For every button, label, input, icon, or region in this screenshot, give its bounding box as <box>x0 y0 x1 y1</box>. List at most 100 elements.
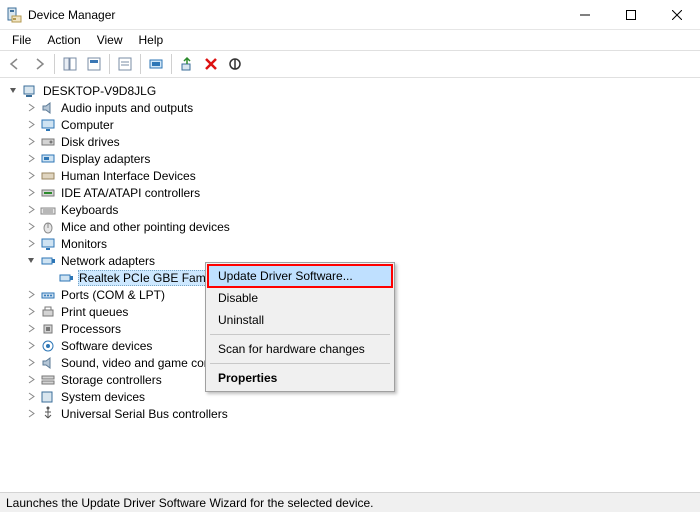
tree-item-disk[interactable]: Disk drives <box>2 133 698 150</box>
back-button[interactable] <box>4 53 26 75</box>
menu-item-scan[interactable]: Scan for hardware changes <box>208 338 392 360</box>
update-driver-button[interactable] <box>176 53 198 75</box>
system-device-icon <box>40 389 56 405</box>
chevron-down-icon[interactable] <box>24 254 38 268</box>
toolbar-separator <box>54 54 55 74</box>
chevron-down-icon[interactable] <box>6 84 20 98</box>
tree-item-mice[interactable]: Mice and other pointing devices <box>2 218 698 235</box>
menu-bar: File Action View Help <box>0 30 700 50</box>
display-adapter-icon <box>40 151 56 167</box>
sound-icon <box>40 355 56 371</box>
tree-root[interactable]: DESKTOP-V9D8JLG <box>2 82 698 99</box>
tree-item-label: Human Interface Devices <box>60 169 197 183</box>
chevron-right-icon[interactable] <box>24 407 38 421</box>
hid-icon <box>40 168 56 184</box>
title-bar: Device Manager <box>0 0 700 30</box>
tree-item-label: Storage controllers <box>60 373 163 387</box>
chevron-right-icon[interactable] <box>24 203 38 217</box>
menu-help[interactable]: Help <box>131 31 172 49</box>
storage-icon <box>40 372 56 388</box>
tree-item-label: Mice and other pointing devices <box>60 220 231 234</box>
chevron-right-icon[interactable] <box>24 356 38 370</box>
ide-icon <box>40 185 56 201</box>
usb-icon <box>40 406 56 422</box>
menu-action[interactable]: Action <box>39 31 88 49</box>
minimize-button[interactable] <box>562 0 608 30</box>
chevron-right-icon[interactable] <box>24 322 38 336</box>
menu-view[interactable]: View <box>89 31 131 49</box>
tree-item-label: Universal Serial Bus controllers <box>60 407 229 421</box>
help-button[interactable] <box>83 53 105 75</box>
context-menu: Update Driver Software... Disable Uninst… <box>205 262 395 392</box>
printer-icon <box>40 304 56 320</box>
tree-item-label: Processors <box>60 322 122 336</box>
tree-item-audio[interactable]: Audio inputs and outputs <box>2 99 698 116</box>
window-controls <box>562 0 700 29</box>
monitor-icon <box>40 236 56 252</box>
speaker-icon <box>40 100 56 116</box>
tree-item-keyboards[interactable]: Keyboards <box>2 201 698 218</box>
tree-item-label: Ports (COM & LPT) <box>60 288 166 302</box>
monitor-icon <box>40 117 56 133</box>
tree-item-label: Software devices <box>60 339 153 353</box>
chevron-right-icon[interactable] <box>24 101 38 115</box>
tree-item-label: Print queues <box>60 305 129 319</box>
disable-button[interactable] <box>224 53 246 75</box>
toolbar-separator <box>109 54 110 74</box>
mouse-icon <box>40 219 56 235</box>
close-button[interactable] <box>654 0 700 30</box>
menu-item-disable[interactable]: Disable <box>208 287 392 309</box>
software-device-icon <box>40 338 56 354</box>
tree-item-display[interactable]: Display adapters <box>2 150 698 167</box>
cpu-icon <box>40 321 56 337</box>
chevron-right-icon[interactable] <box>24 373 38 387</box>
menu-item-properties[interactable]: Properties <box>208 367 392 389</box>
tree-item-label: IDE ATA/ATAPI controllers <box>60 186 201 200</box>
chevron-right-icon[interactable] <box>24 169 38 183</box>
network-adapter-icon <box>40 253 56 269</box>
menu-file[interactable]: File <box>4 31 39 49</box>
chevron-right-icon[interactable] <box>24 288 38 302</box>
tree-item-label: Keyboards <box>60 203 119 217</box>
tree-item-monitors[interactable]: Monitors <box>2 235 698 252</box>
tree-item-label: Display adapters <box>60 152 151 166</box>
no-expander <box>42 271 56 285</box>
menu-separator <box>210 334 390 335</box>
properties-button[interactable] <box>114 53 136 75</box>
toolbar-separator <box>171 54 172 74</box>
uninstall-button[interactable] <box>200 53 222 75</box>
tree-item-label: Monitors <box>60 237 108 251</box>
status-text: Launches the Update Driver Software Wiza… <box>6 496 374 510</box>
tree-item-usb[interactable]: Universal Serial Bus controllers <box>2 405 698 422</box>
tree-item-label: Audio inputs and outputs <box>60 101 194 115</box>
maximize-button[interactable] <box>608 0 654 30</box>
tree-item-label: System devices <box>60 390 146 404</box>
chevron-right-icon[interactable] <box>24 305 38 319</box>
chevron-right-icon[interactable] <box>24 152 38 166</box>
menu-separator <box>210 363 390 364</box>
tree-root-label: DESKTOP-V9D8JLG <box>42 84 157 98</box>
disk-icon <box>40 134 56 150</box>
chevron-right-icon[interactable] <box>24 220 38 234</box>
show-hide-tree-button[interactable] <box>59 53 81 75</box>
chevron-right-icon[interactable] <box>24 135 38 149</box>
computer-icon <box>22 83 38 99</box>
chevron-right-icon[interactable] <box>24 339 38 353</box>
tree-item-ide[interactable]: IDE ATA/ATAPI controllers <box>2 184 698 201</box>
menu-item-update-driver[interactable]: Update Driver Software... <box>207 264 393 288</box>
chevron-right-icon[interactable] <box>24 118 38 132</box>
tree-item-hid[interactable]: Human Interface Devices <box>2 167 698 184</box>
menu-item-uninstall[interactable]: Uninstall <box>208 309 392 331</box>
tree-item-computer[interactable]: Computer <box>2 116 698 133</box>
forward-button[interactable] <box>28 53 50 75</box>
app-icon <box>6 7 22 23</box>
chevron-right-icon[interactable] <box>24 186 38 200</box>
status-bar: Launches the Update Driver Software Wiza… <box>0 492 700 512</box>
toolbar-separator <box>140 54 141 74</box>
keyboard-icon <box>40 202 56 218</box>
scan-hardware-button[interactable] <box>145 53 167 75</box>
tree-item-label: Computer <box>60 118 115 132</box>
toolbar <box>0 50 700 78</box>
chevron-right-icon[interactable] <box>24 237 38 251</box>
chevron-right-icon[interactable] <box>24 390 38 404</box>
